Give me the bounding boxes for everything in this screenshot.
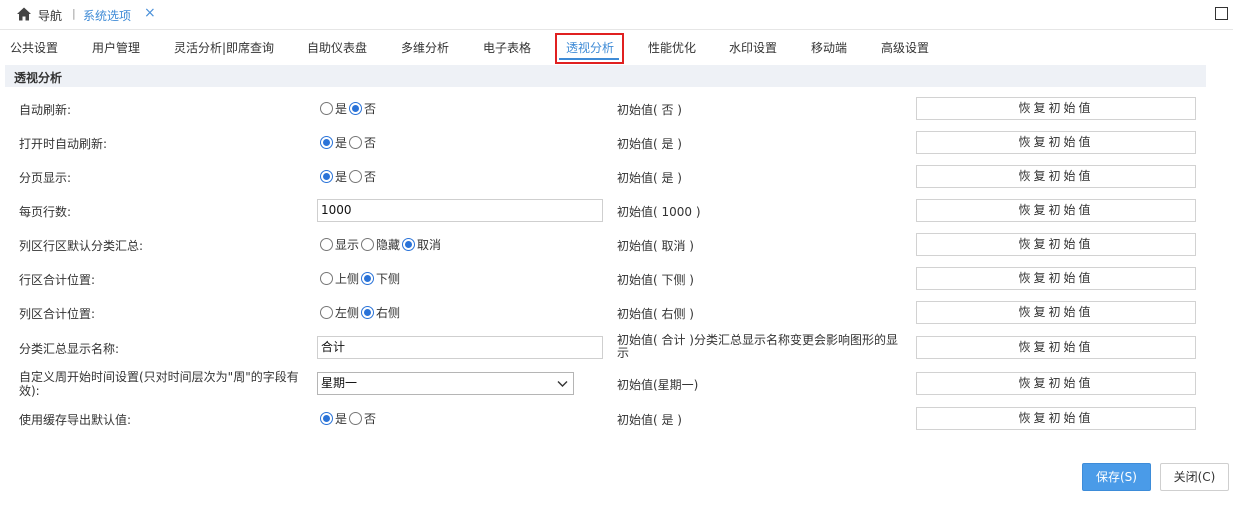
cancel-option-label: 取消 [417, 238, 442, 252]
save-button[interactable]: 保存(S) [1082, 463, 1151, 491]
paging-no-radio[interactable] [349, 170, 363, 183]
subtotal-cancel-radio[interactable] [402, 238, 416, 251]
row-total-position-initial: 初始值( 下侧 ) [617, 273, 694, 287]
paging-label: 分页显示: [19, 171, 72, 185]
maximize-icon[interactable] [1215, 7, 1228, 20]
row-total-position-radio-group: 上侧 下侧 [320, 270, 402, 287]
reset-default-subtotal-button[interactable]: 恢复初始值 [916, 233, 1196, 256]
cache-export-no-radio[interactable] [349, 412, 363, 425]
active-tab-underline [559, 58, 619, 60]
no-option-label: 否 [364, 170, 377, 184]
home-icon[interactable] [16, 6, 32, 22]
rows-per-page-input[interactable]: 1000 [317, 199, 603, 222]
yes-option-label: 是 [335, 170, 348, 184]
column-total-position-radio-group: 左侧 右侧 [320, 304, 402, 321]
top-option-label: 上侧 [335, 272, 360, 286]
tab-multidimensional-analysis[interactable]: 多维分析 [401, 39, 449, 56]
tab-mobile[interactable]: 移动端 [811, 39, 847, 56]
tab-flexible-analysis[interactable]: 灵活分析|即席查询 [174, 39, 274, 56]
refresh-on-open-yes-radio[interactable] [320, 136, 333, 149]
nav-label[interactable]: 导航 [38, 7, 62, 24]
auto-refresh-yes-radio[interactable] [320, 102, 333, 115]
paging-initial: 初始值( 是 ) [617, 171, 682, 185]
tab-spreadsheet[interactable]: 电子表格 [483, 39, 531, 56]
yes-option-label: 是 [335, 412, 348, 426]
yes-option-label: 是 [335, 136, 348, 150]
hide-option-label: 隐藏 [376, 238, 401, 252]
reset-column-total-position-button[interactable]: 恢复初始值 [916, 301, 1196, 324]
tab-self-service-dashboard[interactable]: 自助仪表盘 [307, 39, 367, 56]
cache-export-yes-radio[interactable] [320, 412, 333, 425]
cache-export-initial: 初始值( 是 ) [617, 413, 682, 427]
reset-paging-button[interactable]: 恢复初始值 [916, 165, 1196, 188]
default-subtotal-initial: 初始值( 取消 ) [617, 239, 694, 253]
subtotal-name-initial: 初始值( 合计 )分类汇总显示名称变更会影响图形的显示 [617, 333, 898, 360]
subtotal-name-input[interactable]: 合计 [317, 336, 603, 359]
paging-yes-radio[interactable] [320, 170, 333, 183]
reset-auto-refresh-button[interactable]: 恢复初始值 [916, 97, 1196, 120]
close-button[interactable]: 关闭(C) [1160, 463, 1229, 491]
tab-watermark[interactable]: 水印设置 [729, 39, 777, 56]
refresh-on-open-no-radio[interactable] [349, 136, 363, 149]
tab-user-management[interactable]: 用户管理 [92, 39, 140, 56]
tab-system-options[interactable]: 系统选项 [83, 7, 131, 24]
reset-refresh-on-open-button[interactable]: 恢复初始值 [916, 131, 1196, 154]
auto-refresh-label: 自动刷新: [19, 103, 72, 117]
reset-rows-per-page-button[interactable]: 恢复初始值 [916, 199, 1196, 222]
tab-common-settings[interactable]: 公共设置 [10, 39, 58, 56]
refresh-on-open-radio-group: 是 否 [320, 134, 378, 151]
refresh-on-open-label: 打开时自动刷新: [19, 137, 108, 151]
default-subtotal-label: 列区行区默认分类汇总: [19, 239, 144, 253]
week-start-label: 自定义周开始时间设置(只对时间层次为"周"的字段有效): [19, 370, 299, 398]
section-title: 透视分析 [14, 71, 63, 85]
no-option-label: 否 [364, 102, 377, 116]
reset-week-start-button[interactable]: 恢复初始值 [916, 372, 1196, 395]
section-header: 透视分析 [5, 65, 1206, 87]
tab-performance[interactable]: 性能优化 [648, 39, 696, 56]
separator: | [72, 7, 76, 20]
right-option-label: 右侧 [376, 306, 401, 320]
bottom-option-label: 下侧 [376, 272, 401, 286]
week-start-initial: 初始值(星期一) [617, 378, 699, 392]
yes-option-label: 是 [335, 102, 348, 116]
paging-radio-group: 是 否 [320, 168, 378, 185]
subtotal-hide-radio[interactable] [361, 238, 375, 251]
rows-per-page-label: 每页行数: [19, 205, 72, 219]
column-total-position-label: 列区合计位置: [19, 307, 96, 321]
week-start-select[interactable]: 星期一 [317, 372, 574, 395]
column-total-left-radio[interactable] [320, 306, 333, 319]
chevron-down-icon [557, 381, 568, 387]
left-option-label: 左侧 [335, 306, 360, 320]
rows-per-page-initial: 初始值( 1000 ) [617, 205, 701, 219]
close-tab-icon[interactable]: × [144, 5, 156, 21]
column-total-position-initial: 初始值( 右侧 ) [617, 307, 694, 321]
subtotal-name-label: 分类汇总显示名称: [19, 342, 120, 356]
week-start-value: 星期一 [321, 376, 358, 390]
cache-export-radio-group: 是 否 [320, 410, 378, 427]
no-option-label: 否 [364, 136, 377, 150]
reset-subtotal-name-button[interactable]: 恢复初始值 [916, 336, 1196, 359]
top-tab-bar: 导航 | 系统选项 × [0, 0, 1233, 30]
auto-refresh-no-radio[interactable] [349, 102, 363, 115]
subtotal-show-radio[interactable] [320, 238, 333, 251]
default-subtotal-radio-group: 显示 隐藏 取消 [320, 236, 443, 253]
column-total-right-radio[interactable] [361, 306, 375, 319]
reset-row-total-position-button[interactable]: 恢复初始值 [916, 267, 1196, 290]
row-total-position-label: 行区合计位置: [19, 273, 96, 287]
show-option-label: 显示 [335, 238, 360, 252]
refresh-on-open-initial: 初始值( 是 ) [617, 137, 682, 151]
row-total-bottom-radio[interactable] [361, 272, 375, 285]
row-total-top-radio[interactable] [320, 272, 333, 285]
reset-cache-export-button[interactable]: 恢复初始值 [916, 407, 1196, 430]
cache-export-label: 使用缓存导出默认值: [19, 413, 132, 427]
tab-advanced[interactable]: 高级设置 [881, 39, 929, 56]
auto-refresh-initial: 初始值( 否 ) [617, 103, 682, 117]
no-option-label: 否 [364, 412, 377, 426]
auto-refresh-radio-group: 是 否 [320, 100, 378, 117]
